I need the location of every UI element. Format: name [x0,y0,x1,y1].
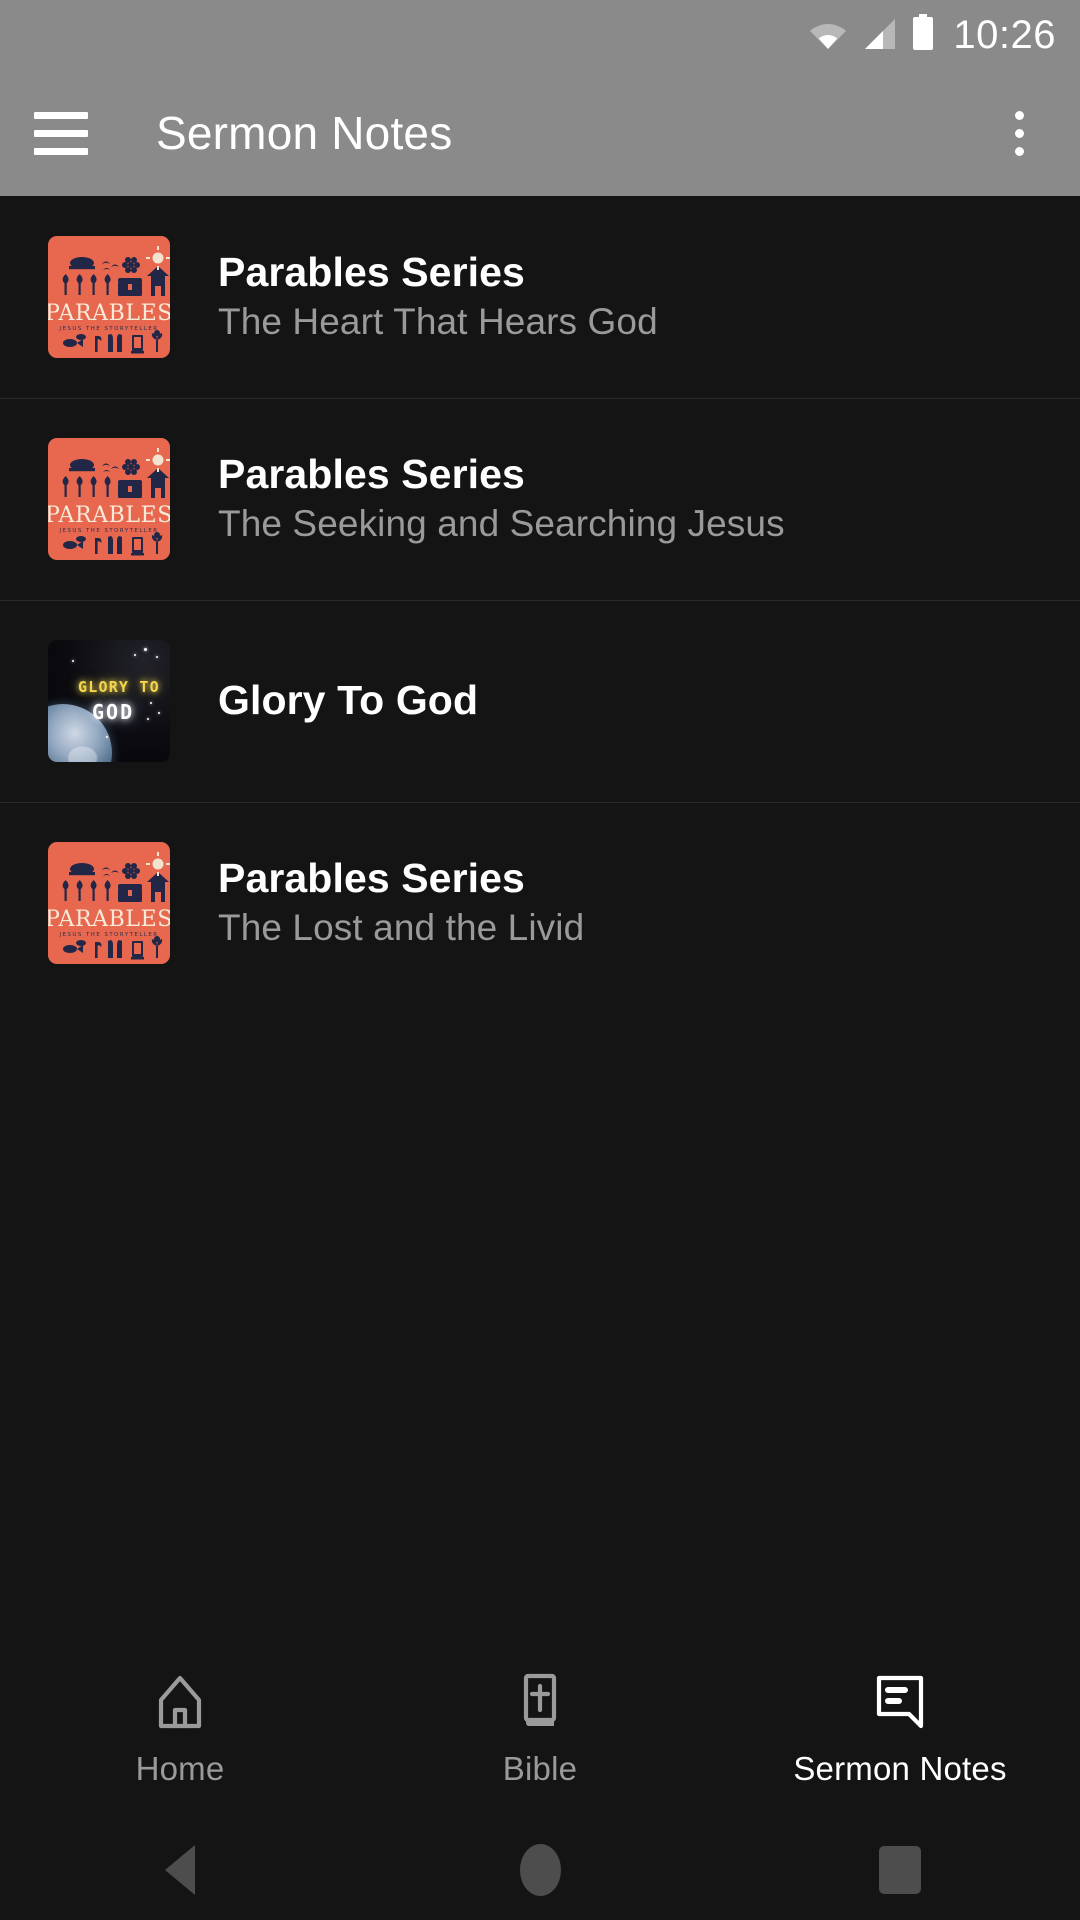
overflow-menu-icon[interactable] [988,102,1050,164]
parables-series-artwork: PARABLES JESUS THE STORYTELLER [48,236,170,358]
list-item-subtitle: The Seeking and Searching Jesus [218,503,785,545]
parables-series-artwork: PARABLES JESUS THE STORYTELLER [48,438,170,560]
list-item-title: Parables Series [218,451,525,498]
nav-item-bible[interactable]: Bible [360,1668,720,1788]
svg-text:JESUS THE STORYTELLER: JESUS THE STORYTELLER [59,326,159,332]
home-church-icon [149,1668,211,1734]
app-bar: Sermon Notes [0,70,1080,196]
wifi-icon [809,20,847,55]
list-item-title: Glory To God [218,677,479,724]
glory-to-god-artwork: GLORY TO GOD [48,640,170,762]
status-bar-clock: 10:26 [953,13,1056,57]
list-item[interactable]: PARABLES JESUS THE STORYTELLER Parables … [0,398,1080,600]
glory-artwork-line1: GLORY TO [78,678,160,696]
list-item-title: Parables Series [218,855,525,902]
list-item[interactable]: PARABLES JESUS THE STORYTELLER Parables … [0,196,1080,398]
list-item-title: Parables Series [218,249,525,296]
list-item[interactable]: PARABLES JESUS THE STORYTELLER Parables … [0,802,1080,1004]
home-circle-icon[interactable] [360,1844,720,1896]
svg-text:PARABLES: PARABLES [48,907,170,932]
bottom-navigation-bar: Home Bible Sermon Notes [0,1635,1080,1820]
nav-item-sermon-notes[interactable]: Sermon Notes [720,1668,1080,1788]
parables-series-artwork: PARABLES JESUS THE STORYTELLER [48,842,170,964]
nav-label-sermon-notes: Sermon Notes [793,1749,1007,1787]
cellular-signal-icon [861,18,897,55]
list-item-subtitle: The Lost and the Livid [218,907,585,949]
recents-square-icon[interactable] [720,1846,1080,1894]
back-triangle-icon[interactable] [0,1845,360,1895]
status-bar: 10:26 [0,0,1080,70]
svg-text:PARABLES: PARABLES [48,503,170,528]
list-item[interactable]: GLORY TO GOD Glory To God [0,600,1080,802]
bible-book-icon [509,1668,571,1734]
sermon-notes-list: PARABLES JESUS THE STORYTELLER Parables … [0,196,1080,1004]
glory-artwork-line2: GOD [92,700,135,724]
list-item-text: Parables Series The Heart That Hears God [218,250,658,344]
svg-text:JESUS THE STORYTELLER: JESUS THE STORYTELLER [59,528,159,534]
android-system-nav-bar [0,1820,1080,1920]
list-item-text: Glory To God [218,678,478,723]
list-item-subtitle: The Heart That Hears God [218,301,658,343]
nav-label-home: Home [135,1749,225,1787]
hamburger-menu-icon[interactable] [30,102,92,164]
list-item-text: Parables Series The Lost and the Livid [218,856,584,950]
nav-label-bible: Bible [502,1749,578,1787]
sermon-notes-speech-bubble-icon [869,1668,931,1734]
nav-item-home[interactable]: Home [0,1668,360,1788]
status-bar-icons [809,14,935,55]
list-item-text: Parables Series The Seeking and Searchin… [218,452,785,546]
app-screen: 10:26 Sermon Notes PARABLES JESUS THE ST… [0,0,1080,1920]
svg-text:JESUS THE STORYTELLER: JESUS THE STORYTELLER [59,932,159,938]
page-title: Sermon Notes [156,107,453,159]
svg-text:PARABLES: PARABLES [48,301,170,326]
battery-icon [911,14,935,55]
